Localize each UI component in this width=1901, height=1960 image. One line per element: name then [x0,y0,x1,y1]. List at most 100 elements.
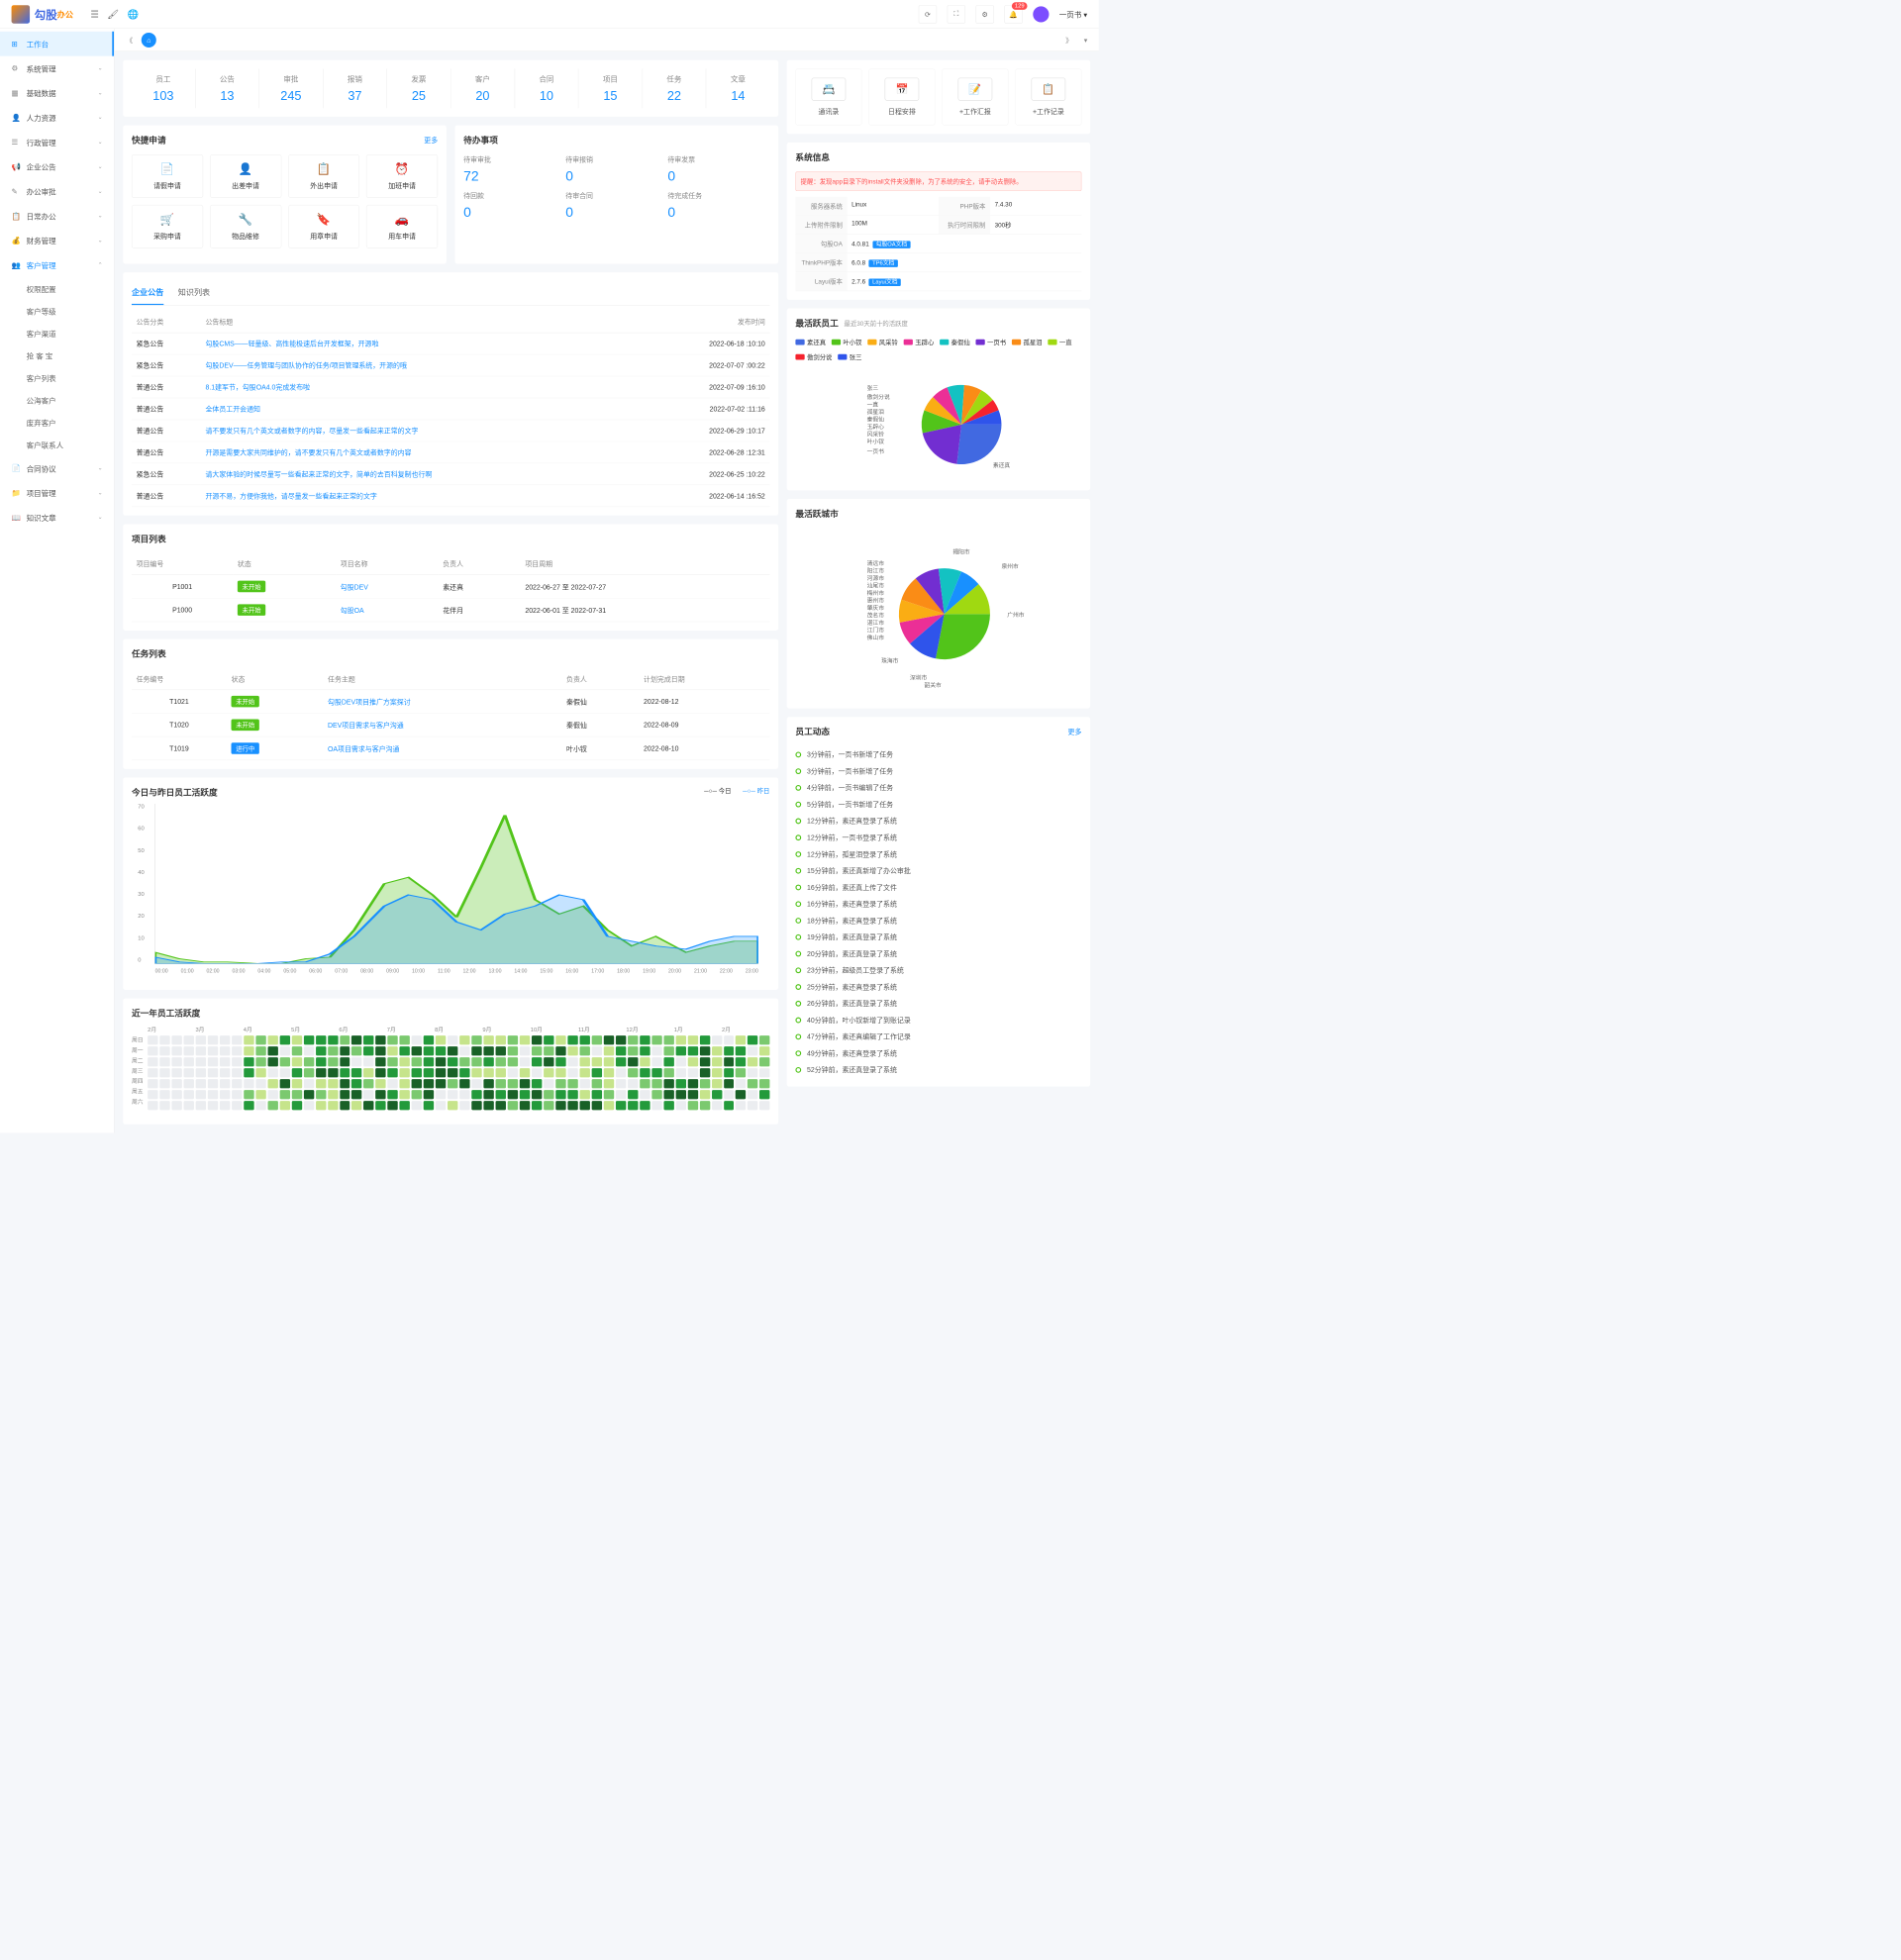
heatmap-cell[interactable] [675,1068,685,1077]
heatmap-cell[interactable] [663,1057,673,1066]
heatmap-cell[interactable] [651,1057,661,1066]
settings-button[interactable]: ⚙ [975,5,993,23]
heatmap-cell[interactable] [267,1068,277,1077]
stat-item[interactable]: 合同10 [515,68,579,108]
heatmap-cell[interactable] [171,1046,181,1055]
heatmap-cell[interactable] [267,1035,277,1044]
heatmap-cell[interactable] [628,1090,638,1099]
heatmap-cell[interactable] [520,1101,530,1110]
quick-apply-item[interactable]: 👤出差申请 [210,154,281,198]
heatmap-cell[interactable] [675,1101,685,1110]
heatmap-cell[interactable] [267,1090,277,1099]
heatmap-cell[interactable] [267,1101,277,1110]
heatmap-cell[interactable] [520,1068,530,1077]
activity-item[interactable]: 15分钟前，素还真新增了办公审批 [795,862,1081,879]
globe-icon[interactable]: 🌐 [128,8,140,20]
heatmap-cell[interactable] [171,1101,181,1110]
heatmap-cell[interactable] [459,1079,469,1088]
heatmap-cell[interactable] [459,1090,469,1099]
sidebar-subitem[interactable]: 抢 客 宝 [0,344,114,367]
heatmap-cell[interactable] [459,1046,469,1055]
heatmap-cell[interactable] [148,1079,157,1088]
heatmap-cell[interactable] [496,1090,506,1099]
heatmap-cell[interactable] [400,1046,410,1055]
heatmap-cell[interactable] [208,1101,218,1110]
heatmap-cell[interactable] [604,1101,614,1110]
heatmap-cell[interactable] [544,1057,553,1066]
heatmap-cell[interactable] [616,1090,626,1099]
heatmap-cell[interactable] [424,1057,434,1066]
heatmap-cell[interactable] [159,1046,169,1055]
stat-item[interactable]: 任务22 [643,68,707,108]
heatmap-cell[interactable] [232,1068,242,1077]
table-row[interactable]: 紧急公告勾股CMS——轻量级、高性能极速后台开发框架，开源啦2022-06-18… [132,333,769,354]
heatmap-cell[interactable] [508,1101,518,1110]
heatmap-cell[interactable] [712,1068,722,1077]
heatmap-cell[interactable] [159,1035,169,1044]
heatmap-cell[interactable] [388,1068,398,1077]
heatmap-cell[interactable] [448,1079,457,1088]
legend-item[interactable]: 秦假仙 [940,338,970,346]
heatmap-cell[interactable] [567,1046,577,1055]
sidebar-subitem[interactable]: 客户列表 [0,366,114,389]
stat-item[interactable]: 员工103 [132,68,196,108]
legend-item[interactable]: 孤星泪 [1012,338,1043,346]
heatmap-cell[interactable] [304,1057,314,1066]
heatmap-cell[interactable] [663,1090,673,1099]
heatmap-cell[interactable] [748,1057,757,1066]
heatmap-cell[interactable] [328,1046,338,1055]
sidebar-subitem[interactable]: 废弃客户 [0,412,114,435]
heatmap-cell[interactable] [328,1079,338,1088]
heatmap-cell[interactable] [436,1101,446,1110]
heatmap-cell[interactable] [508,1079,518,1088]
activity-item[interactable]: 16分钟前，素还真上传了文件 [795,879,1081,896]
heatmap-cell[interactable] [208,1035,218,1044]
heatmap-cell[interactable] [375,1068,385,1077]
heatmap-cell[interactable] [567,1035,577,1044]
username[interactable]: 一页书 ▾ [1059,9,1087,20]
heatmap-cell[interactable] [255,1068,265,1077]
heatmap-cell[interactable] [640,1090,650,1099]
heatmap-cell[interactable] [604,1057,614,1066]
doc-link[interactable]: Layui文档 [869,278,901,286]
pending-item[interactable]: 待回款0 [463,190,565,221]
heatmap-cell[interactable] [712,1090,722,1099]
pending-item[interactable]: 待审合同0 [565,190,667,221]
heatmap-cell[interactable] [340,1068,350,1077]
heatmap-cell[interactable] [675,1079,685,1088]
tabs-more[interactable]: ▾ [1081,36,1090,44]
heatmap-cell[interactable] [255,1079,265,1088]
heatmap-cell[interactable] [616,1057,626,1066]
doc-link[interactable]: TP6文档 [869,259,898,267]
quick-apply-item[interactable]: 🛒采购申请 [132,205,203,248]
announce-link[interactable]: 全体员工开会通知 [205,405,259,413]
heatmap-cell[interactable] [508,1068,518,1077]
pending-item[interactable]: 待审报销0 [565,154,667,185]
heatmap-cell[interactable] [183,1090,193,1099]
avatar[interactable] [1033,6,1049,22]
heatmap-cell[interactable] [640,1079,650,1088]
quick-apply-item[interactable]: 📄请假申请 [132,154,203,198]
table-row[interactable]: T1020未开始DEV项目需求与客户沟通秦假仙2022-08-09 [132,713,769,736]
stat-item[interactable]: 审批245 [259,68,324,108]
heatmap-cell[interactable] [544,1035,553,1044]
heatmap-cell[interactable] [148,1046,157,1055]
heatmap-cell[interactable] [375,1090,385,1099]
heatmap-cell[interactable] [183,1057,193,1066]
heatmap-cell[interactable] [604,1046,614,1055]
heatmap-cell[interactable] [363,1090,373,1099]
sidebar-item-2[interactable]: ▦基础数据⌄ [0,80,114,105]
heatmap-cell[interactable] [412,1068,422,1077]
heatmap-cell[interactable] [351,1035,361,1044]
heatmap-cell[interactable] [304,1046,314,1055]
heatmap-cell[interactable] [675,1046,685,1055]
sidebar-item-7[interactable]: 📋日常办公⌄ [0,204,114,229]
heatmap-cell[interactable] [159,1079,169,1088]
heatmap-cell[interactable] [628,1079,638,1088]
tabs-next[interactable]: 》 [1062,35,1075,45]
activity-item[interactable]: 12分钟前，素还真登录了系统 [795,813,1081,830]
legend-item[interactable]: 素还真 [795,338,826,346]
heatmap-cell[interactable] [196,1046,206,1055]
heatmap-cell[interactable] [496,1035,506,1044]
heatmap-cell[interactable] [148,1101,157,1110]
